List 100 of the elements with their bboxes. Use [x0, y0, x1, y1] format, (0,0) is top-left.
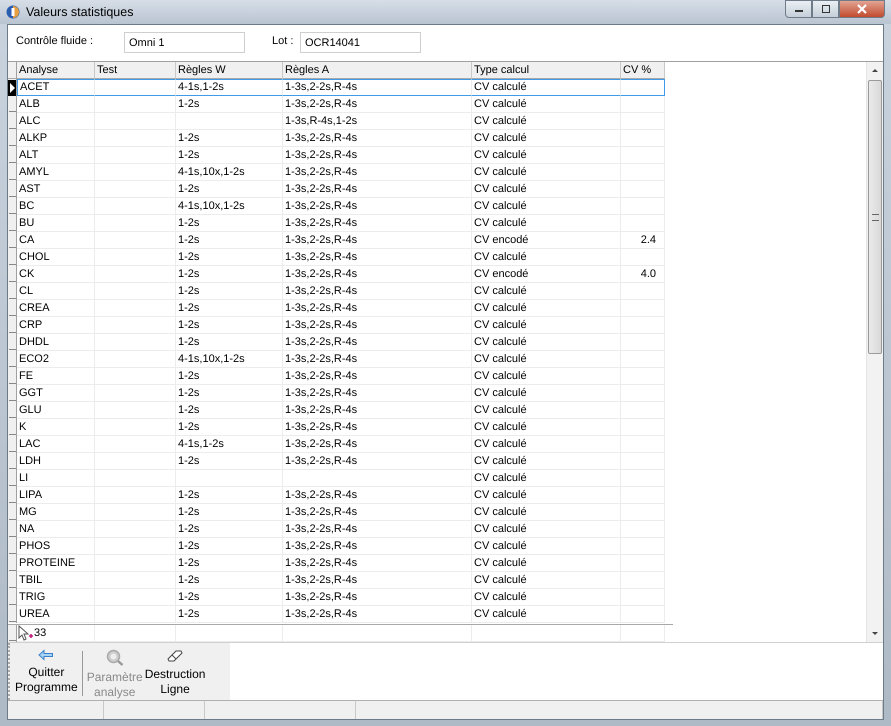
- field-label: Contrôle fluide :: [16, 35, 94, 47]
- rule-cell: 1-2s: [176, 181, 283, 198]
- rule-cell: 1-2s: [176, 96, 283, 113]
- rule-cell: 1-3s,2-2s,R-4s: [283, 198, 472, 215]
- analysis-cell: K: [17, 419, 95, 436]
- empty-cell: [621, 625, 665, 642]
- rule-cell: 1-2s: [176, 589, 283, 606]
- scroll-thumb[interactable]: [868, 80, 882, 354]
- analysis-cell: TRIG: [17, 589, 95, 606]
- rule-cell: 1-2s: [176, 402, 283, 419]
- calc-type-cell: CV calculé: [472, 402, 621, 419]
- analysis-cell: PHOS: [17, 538, 95, 555]
- column-header[interactable]: CV %: [621, 62, 665, 79]
- analysis-cell: DHDL: [17, 334, 95, 351]
- analysis-cell: GGT: [17, 385, 95, 402]
- rule-cell: 1-3s,2-2s,R-4s: [283, 79, 472, 96]
- calc-type-cell: CV calculé: [472, 589, 621, 606]
- minimize-button[interactable]: [785, 0, 812, 18]
- rule-cell: 1-2s: [176, 606, 283, 623]
- column-header[interactable]: Analyse: [17, 62, 95, 79]
- row-count: 33: [34, 626, 46, 641]
- toolbar-button[interactable]: Quitter Programme: [14, 645, 79, 700]
- cv-cell: 2.4: [621, 232, 665, 249]
- calc-type-cell: CV calculé: [472, 79, 621, 96]
- rule-cell: 1-3s,2-2s,R-4s: [283, 419, 472, 436]
- analysis-cell: CA: [17, 232, 95, 249]
- rule-cell: 1-2s: [176, 232, 283, 249]
- maximize-button[interactable]: [812, 0, 839, 18]
- close-icon: [856, 4, 868, 14]
- calc-type-cell: CV calculé: [472, 504, 621, 521]
- analysis-cell: ALKP: [17, 130, 95, 147]
- rule-cell: 1-2s: [176, 130, 283, 147]
- analysis-cell: ECO2: [17, 351, 95, 368]
- rule-cell: 1-2s: [176, 521, 283, 538]
- rule-cell: 1-2s: [176, 283, 283, 300]
- calc-type-cell: CV calculé: [472, 317, 621, 334]
- calc-type-cell: CV calculé: [472, 487, 621, 504]
- close-button[interactable]: [839, 0, 885, 18]
- rule-cell: 1-2s: [176, 300, 283, 317]
- lot-field[interactable]: OCR14041: [300, 32, 421, 53]
- analysis-cell: AST: [17, 181, 95, 198]
- cv-cell: 4.0: [621, 266, 665, 283]
- calc-type-cell: CV calculé: [472, 130, 621, 147]
- analysis-cell: UREA: [17, 606, 95, 623]
- rule-cell: 1-2s: [176, 538, 283, 555]
- toolbar-button[interactable]: Destruction Ligne: [144, 645, 206, 700]
- column-header[interactable]: Test: [95, 62, 176, 79]
- rule-cell: 1-2s: [176, 572, 283, 589]
- rule-cell: 1-2s: [176, 317, 283, 334]
- analysis-cell: LAC: [17, 436, 95, 453]
- calc-type-cell: CV calculé: [472, 181, 621, 198]
- calc-type-cell: CV calculé: [472, 521, 621, 538]
- calc-type-cell: CV calculé: [472, 198, 621, 215]
- calc-type-cell: CV calculé: [472, 164, 621, 181]
- column-header[interactable]: Règles W: [176, 62, 283, 79]
- rule-cell: 1-2s: [176, 334, 283, 351]
- rule-cell: 1-3s,2-2s,R-4s: [283, 504, 472, 521]
- calc-type-cell: CV encodé: [472, 266, 621, 283]
- calc-type-cell: CV calculé: [472, 470, 621, 487]
- rule-cell: 4-1s,10x,1-2s: [176, 164, 283, 181]
- rule-cell: 1-2s: [176, 419, 283, 436]
- analysis-cell: CK: [17, 266, 95, 283]
- rule-cell: 1-3s,2-2s,R-4s: [283, 215, 472, 232]
- calc-type-cell: CV calculé: [472, 96, 621, 113]
- rule-cell: 1-3s,2-2s,R-4s: [283, 249, 472, 266]
- analysis-cell: CRP: [17, 317, 95, 334]
- window-title: Valeurs statistiques: [26, 5, 134, 19]
- app-icon: [6, 5, 20, 19]
- new-row-cell[interactable]: 33: [17, 625, 95, 642]
- row-selector[interactable]: [8, 79, 17, 96]
- rule-cell: 1-2s: [176, 504, 283, 521]
- rule-cell: 1-2s: [176, 487, 283, 504]
- column-header[interactable]: Règles A: [283, 62, 472, 79]
- analysis-cell: BU: [17, 215, 95, 232]
- rule-cell: 1-3s,2-2s,R-4s: [283, 589, 472, 606]
- empty-cell: [621, 79, 665, 96]
- column-header[interactable]: Type calcul: [472, 62, 621, 79]
- analysis-cell: BC: [17, 198, 95, 215]
- rule-cell: 1-2s: [176, 147, 283, 164]
- calc-type-cell: CV calculé: [472, 351, 621, 368]
- fluid-field[interactable]: Omni 1: [124, 32, 245, 53]
- rule-cell: 1-3s,2-2s,R-4s: [283, 96, 472, 113]
- rule-cell: 1-3s,2-2s,R-4s: [283, 436, 472, 453]
- rule-cell: 1-3s,2-2s,R-4s: [283, 300, 472, 317]
- eraser-icon: [167, 649, 184, 663]
- rule-cell: 4-1s,10x,1-2s: [176, 351, 283, 368]
- analysis-cell: LIPA: [17, 487, 95, 504]
- search-icon: [106, 649, 124, 666]
- vertical-scrollbar[interactable]: [866, 62, 883, 642]
- calc-type-cell: CV calculé: [472, 555, 621, 572]
- analysis-cell: CREA: [17, 300, 95, 317]
- empty-cell: [621, 96, 665, 113]
- analysis-cell: LI: [17, 470, 95, 487]
- arrow-left-icon: [38, 649, 54, 661]
- analysis-cell: ACET: [17, 79, 95, 96]
- rule-cell: 1-3s,2-2s,R-4s: [283, 453, 472, 470]
- rule-cell: 1-3s,2-2s,R-4s: [283, 572, 472, 589]
- rule-cell: 1-3s,2-2s,R-4s: [283, 283, 472, 300]
- analysis-cell: GLU: [17, 402, 95, 419]
- calc-type-cell: CV calculé: [472, 283, 621, 300]
